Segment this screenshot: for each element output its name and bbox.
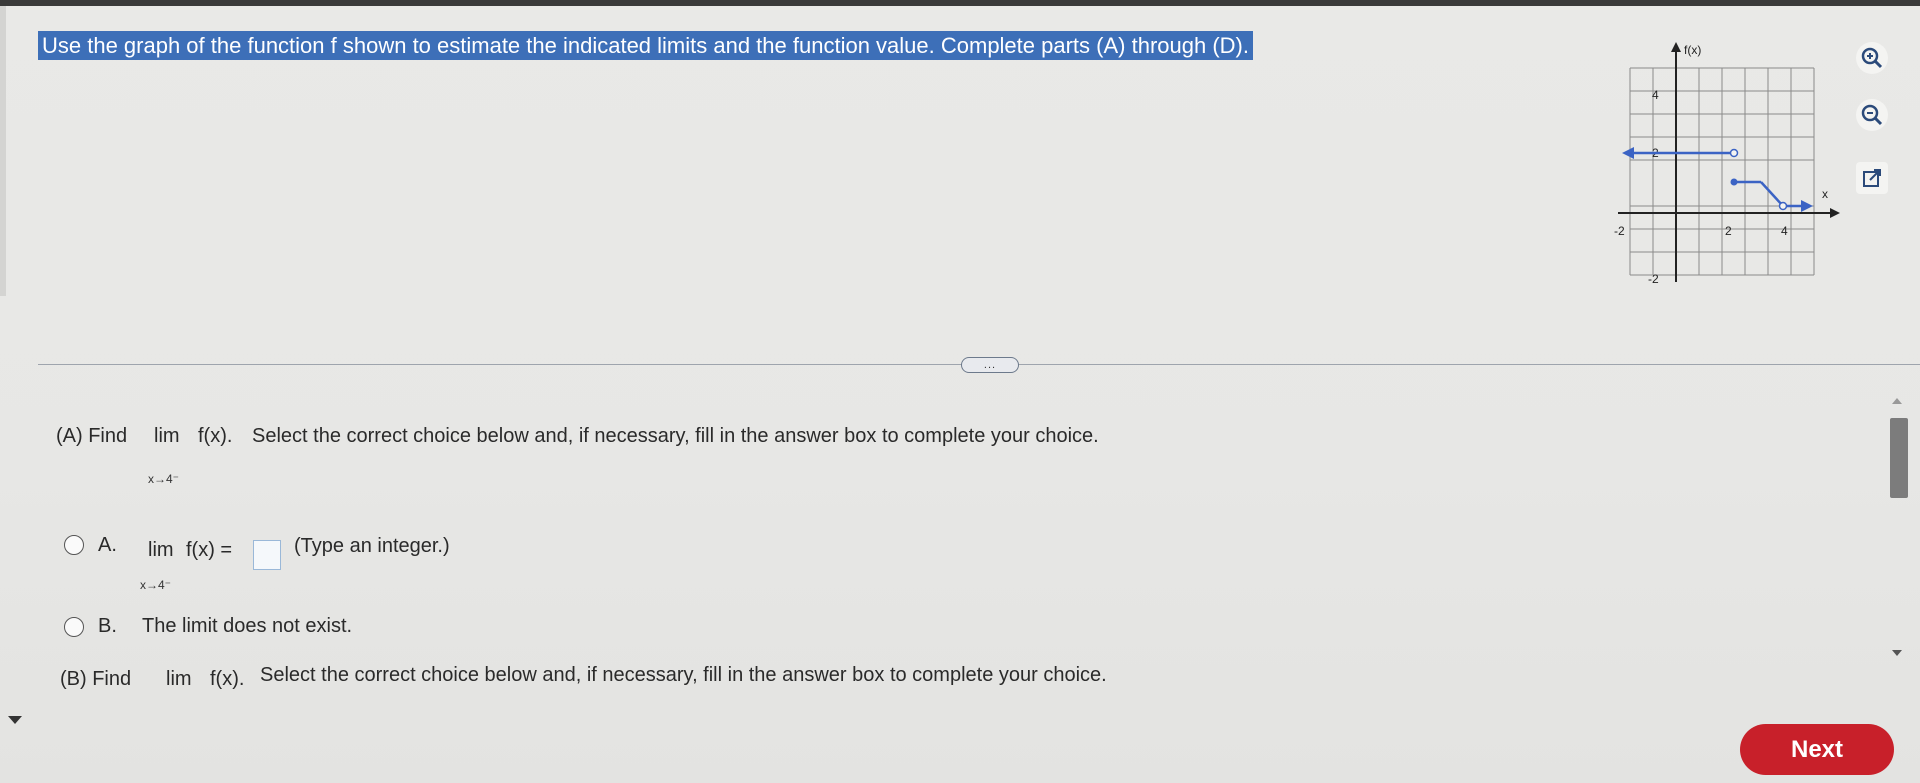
- choice-a-letter: A.: [98, 534, 117, 556]
- function-graph: f(x) x 4 2 -2 -2 2 4: [1614, 42, 1840, 286]
- choice-b-text: The limit does not exist.: [142, 615, 353, 637]
- open-point: [1729, 148, 1739, 158]
- partA-lim: lim: [154, 425, 180, 447]
- choice-b-letter: B.: [98, 615, 117, 637]
- open-point: [1778, 201, 1788, 211]
- choice-a-expr: f(x) =: [186, 539, 233, 561]
- x-axis-arrow: [1830, 208, 1840, 218]
- closed-point: [1730, 178, 1738, 186]
- partA-func: f(x).: [198, 425, 233, 447]
- tick-x-2: 2: [1725, 224, 1732, 238]
- scrollbar-thumb[interactable]: [1890, 418, 1908, 498]
- next-button[interactable]: Next: [1740, 724, 1894, 775]
- collapse-caret-icon[interactable]: [8, 716, 22, 726]
- zoom-in-icon: [1861, 47, 1883, 69]
- partB-prefix: (B) Find: [60, 668, 132, 690]
- partB-lim: lim: [166, 668, 192, 690]
- choice-a-lim: lim: [148, 539, 174, 561]
- more-button[interactable]: ...: [961, 357, 1019, 373]
- instructions-text: Use the graph of the function f shown to…: [38, 31, 1253, 60]
- top-bar: [0, 0, 1920, 6]
- zoom-in-button[interactable]: [1856, 42, 1888, 74]
- curve-right-arrow: [1801, 200, 1813, 212]
- choice-a-hint: (Type an integer.): [294, 535, 450, 557]
- zoom-out-button[interactable]: [1856, 99, 1888, 131]
- popout-button[interactable]: [1856, 162, 1888, 194]
- tick-x-neg2: -2: [1614, 224, 1625, 238]
- curve-left-arrow: [1622, 147, 1634, 159]
- partA-prefix: (A) Find: [56, 425, 128, 447]
- zoom-out-icon: [1861, 104, 1883, 126]
- answer-input-box[interactable]: [253, 540, 281, 570]
- partA-instruction: Select the correct choice below and, if …: [252, 425, 1099, 447]
- function-curve: [1630, 151, 1806, 208]
- tick-y-4: 4: [1652, 88, 1659, 102]
- partB-func: f(x).: [210, 668, 245, 690]
- choice-a-limit-subscript: x→4⁻: [140, 578, 172, 592]
- scroll-up-icon[interactable]: [1890, 396, 1904, 406]
- partA-limit-subscript: x→4⁻: [148, 472, 180, 486]
- choice-b-radio[interactable]: [64, 617, 84, 637]
- choice-a-radio[interactable]: [64, 535, 84, 555]
- y-axis-arrow: [1671, 42, 1681, 52]
- popout-icon: [1863, 169, 1881, 187]
- x-axis-label: x: [1822, 187, 1828, 201]
- left-edge: [0, 6, 6, 296]
- tick-y-neg2: -2: [1648, 272, 1659, 286]
- tick-x-4: 4: [1781, 224, 1788, 238]
- y-axis-label: f(x): [1684, 43, 1701, 57]
- partB-instruction: Select the correct choice below and, if …: [260, 664, 1107, 686]
- scroll-down-icon[interactable]: [1890, 648, 1904, 658]
